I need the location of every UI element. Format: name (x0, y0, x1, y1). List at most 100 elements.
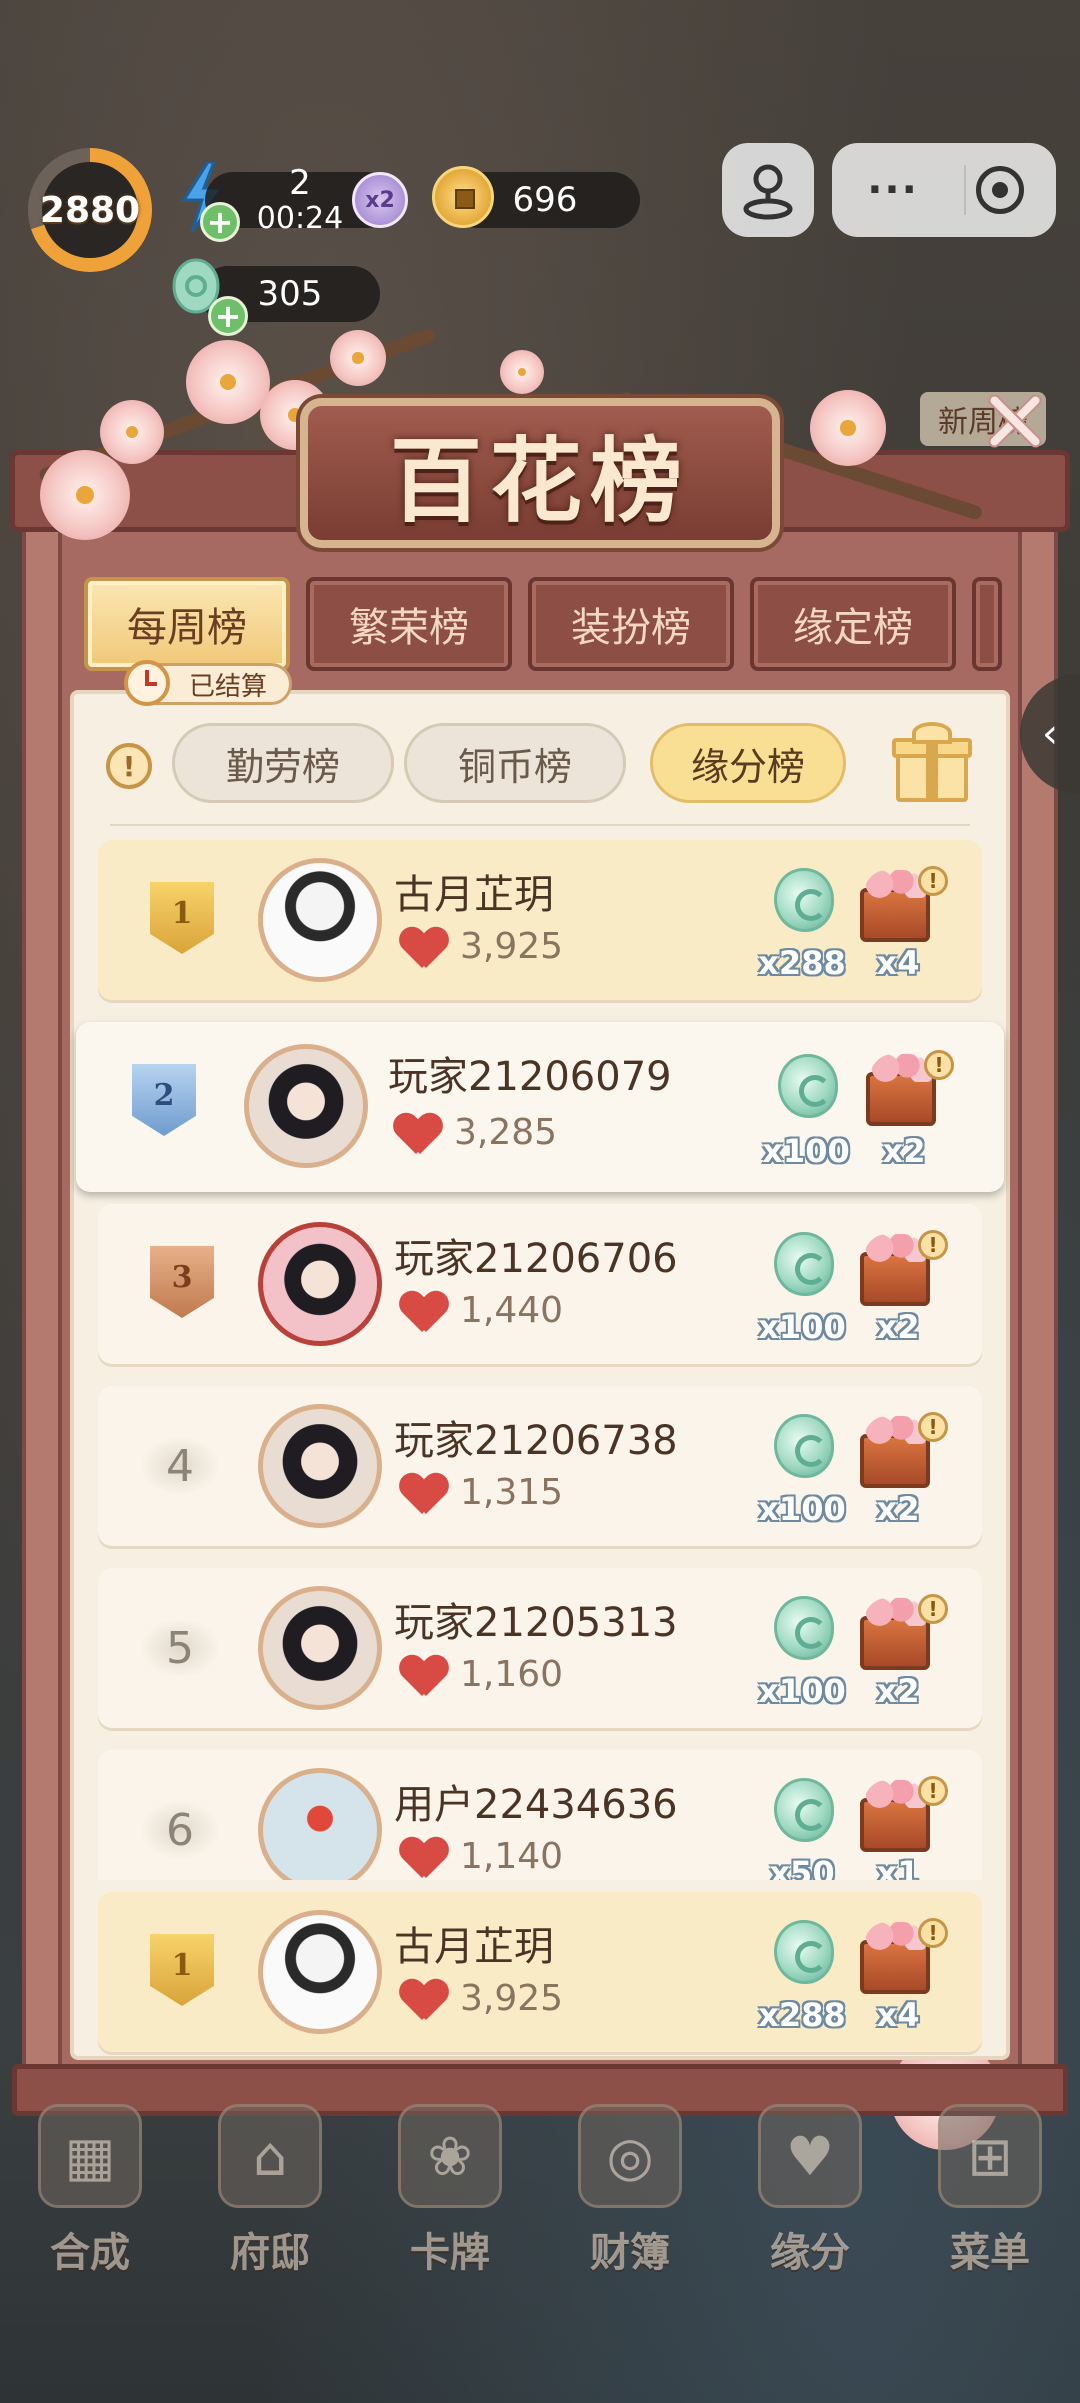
ranking-row[interactable]: 2 玩家21206079 3,285 x100 ! x2 (76, 1022, 1004, 1192)
chest-reward-qty: x1 (876, 1854, 920, 1880)
jade-reward-icon[interactable] (766, 1410, 836, 1486)
affinity-score: 1,440 (460, 1290, 564, 1331)
grid-icon: ▦ (38, 2104, 142, 2208)
my-avatar (258, 1910, 382, 2034)
tab-more-partial[interactable] (972, 577, 1002, 671)
cards-icon: ❀ (398, 2104, 502, 2208)
my-affinity-score: 3,925 (460, 1978, 564, 2019)
nav-mansion[interactable]: ⌂ 府邸 (195, 2104, 345, 2294)
jade-reward-qty: x100 (758, 1490, 846, 1528)
jade-reward-icon[interactable] (766, 1774, 836, 1850)
rank-number: 4 (130, 1426, 230, 1506)
close-miniprogram-button[interactable] (976, 166, 1024, 214)
close-icon[interactable] (980, 386, 1050, 456)
tab-weekly[interactable]: 每周榜 (84, 577, 290, 671)
tab-prosperity[interactable]: 繁荣榜 (306, 577, 512, 671)
page-title: 百花榜 (389, 426, 690, 535)
flower-chest-reward-icon[interactable]: ! (856, 1412, 948, 1492)
chest-reward-qty: x4 (876, 1996, 920, 2034)
affinity-score: 3,925 (460, 926, 564, 967)
heart-icon (400, 1838, 448, 1880)
energy-multiplier-badge[interactable]: x2 (352, 172, 408, 228)
blossom-decoration (40, 450, 130, 540)
player-name: 玩家21206738 (394, 1418, 678, 1464)
flower-chest-reward-icon[interactable]: ! (856, 866, 948, 946)
heart-icon (394, 1114, 442, 1158)
rank-number: 5 (130, 1608, 230, 1688)
nav-cards[interactable]: ❀ 卡牌 (375, 2104, 525, 2294)
ranking-row[interactable]: 5 玩家21205313 1,160 x100 ! x2 (98, 1568, 982, 1728)
jade-reward-icon[interactable] (766, 1916, 836, 1992)
subtab-diligence[interactable]: 勤劳榜 (172, 723, 394, 803)
heart-icon (400, 1656, 448, 1700)
nav-label: 卡牌 (410, 2229, 490, 2276)
heart-icon (400, 1292, 448, 1336)
jade-reward-icon[interactable] (766, 864, 836, 940)
flower-chest-reward-icon[interactable]: ! (856, 1230, 948, 1310)
energy-value: 2 (289, 163, 311, 203)
ranking-row[interactable]: 1 古月芷玥 3,925 x288 ! x4 (98, 840, 982, 1000)
blossom-decoration (330, 330, 386, 386)
ranking-list[interactable]: 1 古月芷玥 3,925 x288 ! x4 2 玩家21206079 3,28… (70, 830, 1010, 1880)
avatar (258, 1768, 382, 1880)
ranking-row[interactable]: 3 玩家21206706 1,440 x100 ! x2 (98, 1204, 982, 1364)
avatar (258, 1222, 382, 1346)
tab-dress-up[interactable]: 装扮榜 (528, 577, 734, 671)
rank-number: 6 (130, 1790, 230, 1870)
flower-chest-reward-icon[interactable]: ! (862, 1050, 954, 1130)
nav-affinity[interactable]: ♥ 缘分 (735, 2104, 885, 2294)
subtab-copper-coin[interactable]: 铜币榜 (404, 723, 626, 803)
heart-icon (400, 1474, 448, 1518)
nav-menu[interactable]: ⊞ 菜单 (915, 2104, 1065, 2294)
nav-label: 缘分 (770, 2229, 850, 2276)
flower-chest-reward-icon[interactable]: ! (856, 1918, 948, 1998)
add-jade-plus-icon[interactable]: + (208, 296, 248, 336)
avatar (258, 858, 382, 982)
nav-ledger[interactable]: ◎ 财簿 (555, 2104, 705, 2294)
flower-chest-reward-icon[interactable]: ! (856, 1594, 948, 1674)
jade-reward-qty: x100 (758, 1308, 846, 1346)
joystick-button[interactable] (722, 143, 814, 237)
affinity-score: 1,315 (460, 1472, 564, 1513)
nav-label: 合成 (50, 2229, 130, 2276)
nav-label: 府邸 (230, 2229, 310, 2276)
player-name: 用户22434636 (394, 1782, 678, 1828)
my-ranking-row[interactable]: 1 古月芷玥 3,925 x288 ! x4 (98, 1892, 982, 2052)
energy-timer: 00:24 (256, 201, 344, 236)
menu-icon: ⊞ (938, 2104, 1042, 2208)
chest-reward-qty: x4 (876, 944, 920, 982)
nav-label: 财簿 (590, 2229, 670, 2276)
level-badge[interactable]: 2880 (28, 148, 152, 272)
frame-pillar-left (22, 470, 62, 2090)
gold-medal-icon: 1 (150, 882, 214, 954)
jade-reward-icon[interactable] (766, 1228, 836, 1304)
ledger-icon: ◎ (578, 2104, 682, 2208)
capsule-separator (964, 165, 966, 215)
player-name: 古月芷玥 (394, 872, 554, 918)
nav-merge[interactable]: ▦ 合成 (15, 2104, 165, 2294)
bottom-nav: ▦ 合成 ⌂ 府邸 ❀ 卡牌 ◎ 财簿 ♥ 缘分 ⊞ 菜单 (0, 2080, 1080, 2320)
ranking-row[interactable]: 4 玩家21206738 1,315 x100 ! x2 (98, 1386, 982, 1546)
my-player-name: 古月芷玥 (394, 1924, 554, 1970)
player-name: 玩家21206079 (388, 1054, 672, 1100)
joystick-icon (743, 164, 793, 220)
add-energy-plus-icon[interactable]: + (200, 202, 240, 242)
copper-coin-icon (432, 166, 494, 228)
affinity-score: 3,285 (454, 1112, 558, 1153)
jade-reward-icon[interactable] (766, 1592, 836, 1668)
tab-destiny[interactable]: 缘定榜 (750, 577, 956, 671)
jade-reward-qty: x50 (769, 1854, 835, 1880)
jade-reward-qty: x100 (762, 1132, 850, 1170)
flower-chest-reward-icon[interactable]: ! (856, 1776, 948, 1856)
ranking-row[interactable]: 6 用户22434636 1,140 x50 ! x1 (98, 1750, 982, 1880)
player-name: 玩家21205313 (394, 1600, 678, 1646)
jade-reward-icon[interactable] (770, 1050, 840, 1126)
info-icon[interactable]: ! (106, 743, 152, 789)
gift-icon[interactable] (892, 722, 972, 806)
blossom-decoration (186, 340, 270, 424)
title-plaque: 百花榜 (300, 398, 780, 548)
level-value: 2880 (40, 162, 140, 258)
more-menu-button[interactable]: ··· (832, 167, 954, 213)
gold-medal-icon: 1 (150, 1934, 214, 2006)
subtab-affinity[interactable]: 缘分榜 (650, 723, 846, 803)
